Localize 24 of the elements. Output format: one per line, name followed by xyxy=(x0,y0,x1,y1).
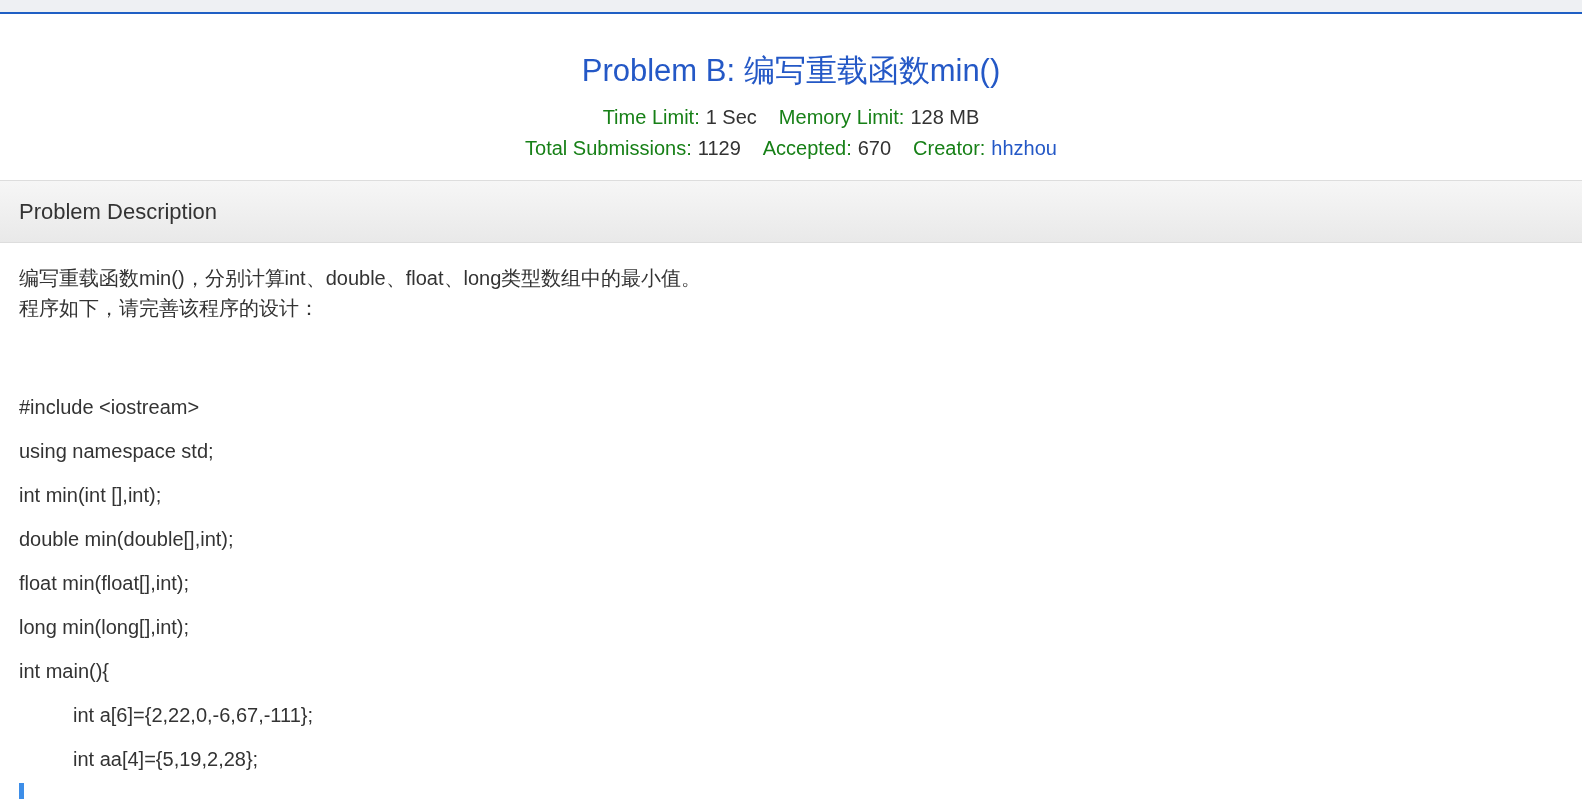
meta-label: Total Submissions: xyxy=(525,137,692,159)
code-line: using namespace std; xyxy=(19,439,214,464)
code-line: long min(long[],int); xyxy=(19,615,190,640)
code-line: int a[6]={2,22,0,-6,67,-111}; xyxy=(73,703,313,728)
text-cursor xyxy=(19,783,24,799)
meta-label: Accepted: xyxy=(762,137,852,159)
description-text: 编写重载函数min()，分别计算int、double、float、long类型数组中的最小值。 xyxy=(19,266,703,291)
code-line: int min(int [],int); xyxy=(19,483,162,508)
code-line: double min(double[],int); xyxy=(19,527,234,552)
meta-value: 1129 xyxy=(697,137,741,159)
meta-value: 670 xyxy=(857,137,892,159)
creator-link[interactable]: hhzhou xyxy=(991,137,1057,159)
meta-label: Creator: xyxy=(913,137,986,159)
meta-value: 128 MB xyxy=(910,106,980,128)
description-text: 程序如下，请完善该程序的设计： xyxy=(19,296,320,321)
code-line: #include <iostream> xyxy=(19,395,200,420)
meta-label: Time Limit: xyxy=(602,106,700,128)
code-line: float min(float[],int); xyxy=(19,571,190,596)
code-line: int aa[4]={5,19,2,28}; xyxy=(73,747,259,772)
meta-value: 1 Sec xyxy=(705,106,757,128)
meta-label: Memory Limit: xyxy=(778,106,905,128)
panel-heading: Problem Description xyxy=(19,198,218,225)
problem-title: Problem B: 编写重载函数min() xyxy=(580,52,1002,90)
code-line: int main(){ xyxy=(19,659,110,684)
